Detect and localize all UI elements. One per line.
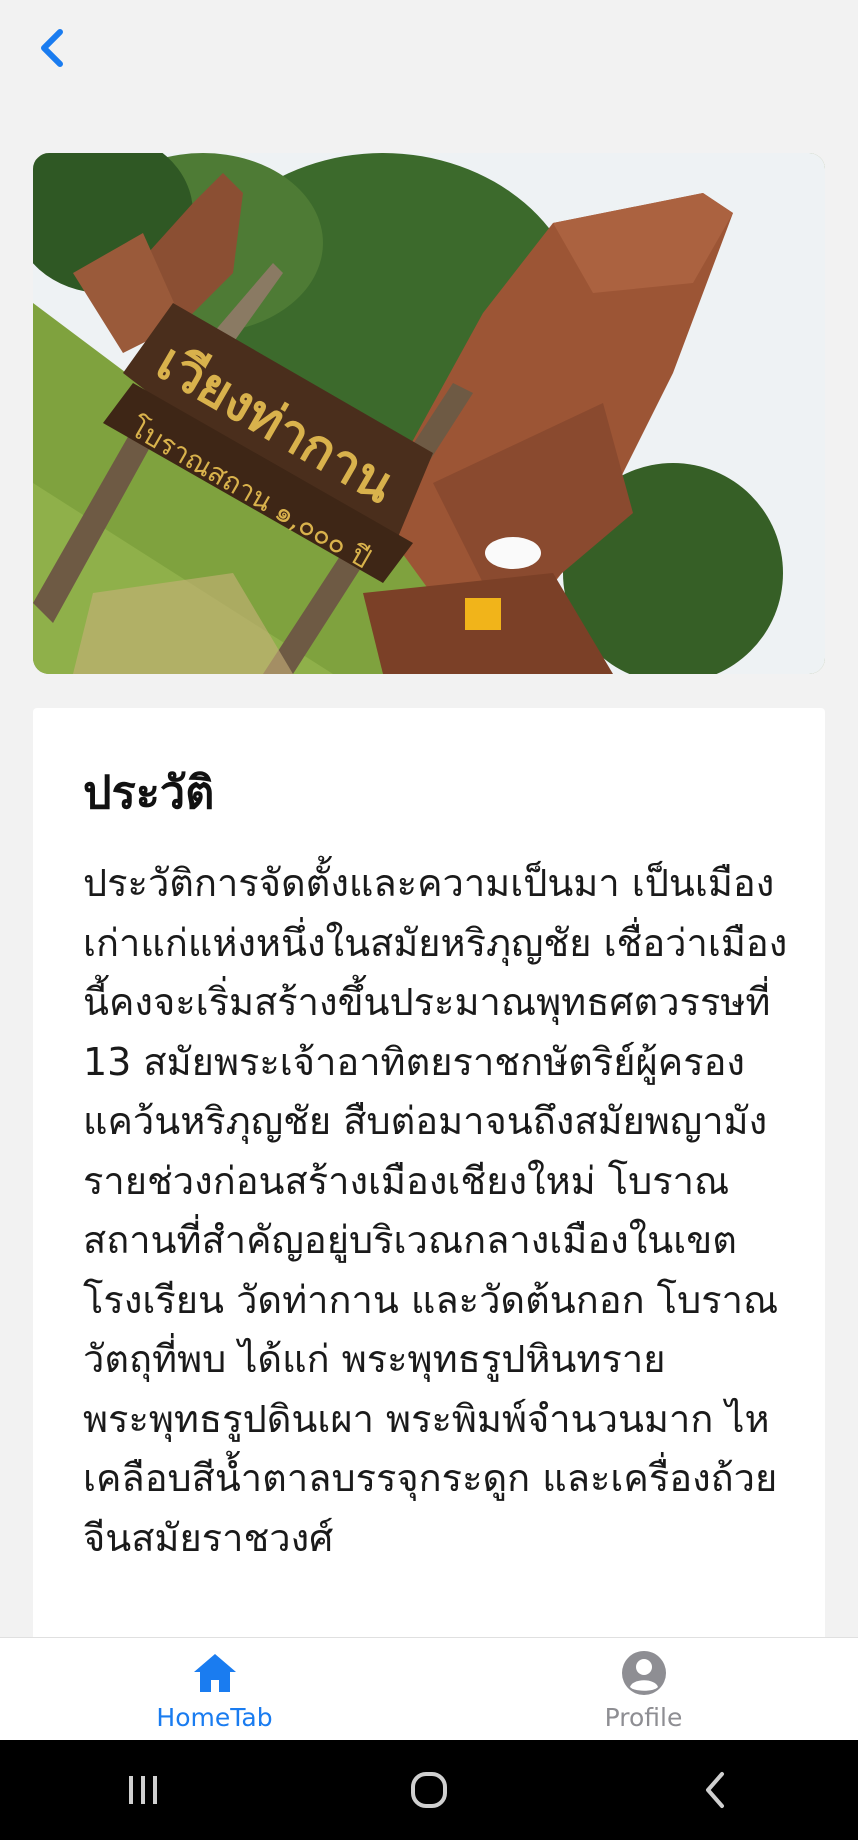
hero-image: เวียงท่ากาน โบราณสถาน ๑,๐๐๐ ปี — [33, 153, 825, 674]
tab-profile-label: Profile — [604, 1703, 683, 1732]
back-arrow-icon — [706, 1772, 724, 1808]
tab-hometab-label: HomeTab — [156, 1703, 273, 1732]
home-icon — [190, 1648, 240, 1698]
recents-button[interactable] — [83, 1750, 203, 1830]
temple-photo: เวียงท่ากาน โบราณสถาน ๑,๐๐๐ ปี — [33, 153, 825, 674]
chevron-left-icon — [41, 29, 63, 67]
system-back-button[interactable] — [655, 1750, 775, 1830]
history-body-text: ประวัติการจัดตั้งและความเป็นมา เป็นเมือง… — [83, 861, 788, 1560]
tab-profile[interactable]: Profile — [429, 1638, 858, 1741]
home-circle-icon — [411, 1772, 447, 1808]
screen: เวียงท่ากาน โบราณสถาน ๑,๐๐๐ ปี ประวัติ ป… — [0, 0, 858, 1840]
section-title: ประวัติ — [83, 766, 215, 819]
recents-icon — [129, 1776, 157, 1804]
history-card: ประวัติ ประวัติการจัดตั้งและความเป็นมา เ… — [33, 708, 825, 1708]
back-button[interactable] — [22, 18, 82, 78]
system-navigation-bar — [0, 1740, 858, 1840]
tab-hometab[interactable]: HomeTab — [0, 1638, 429, 1741]
user-circle-icon — [619, 1648, 669, 1698]
bottom-tab-bar: HomeTab Profile — [0, 1637, 858, 1741]
system-home-button[interactable] — [369, 1750, 489, 1830]
